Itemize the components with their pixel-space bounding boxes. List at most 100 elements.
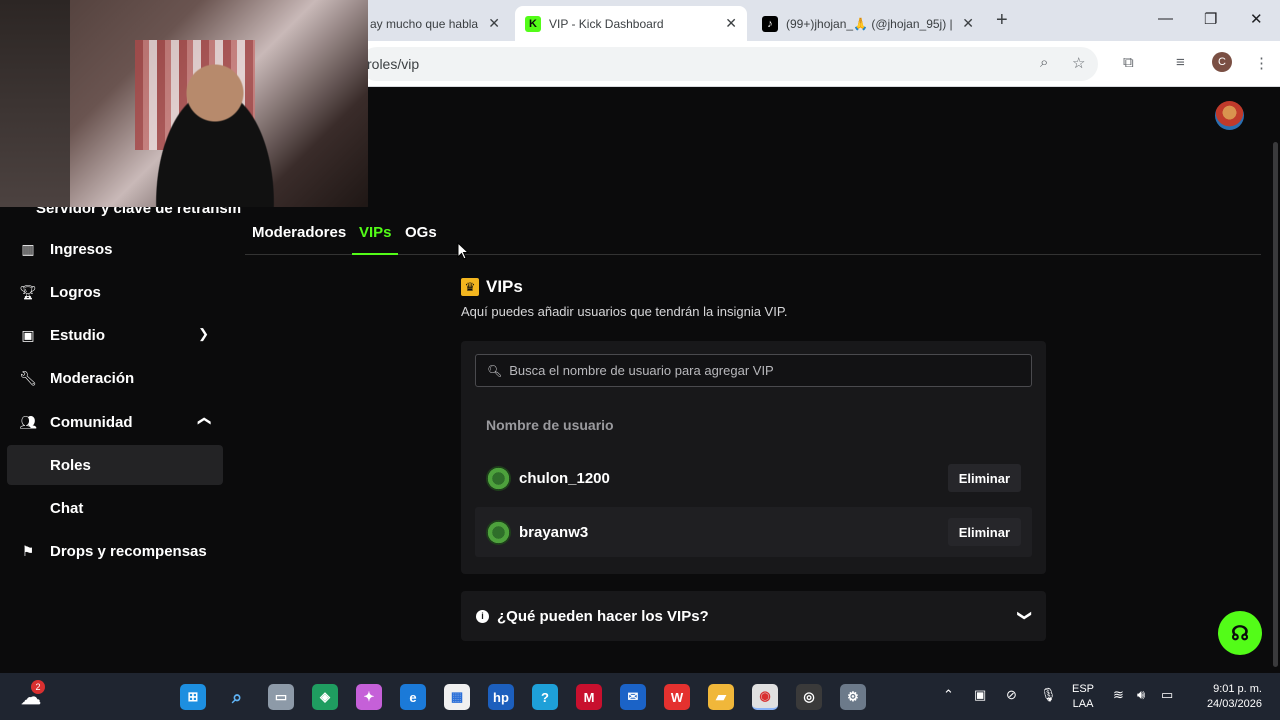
sidebar-subitem-chat[interactable]: Chat bbox=[7, 488, 223, 528]
info-icon: i bbox=[476, 609, 489, 623]
profile-avatar[interactable]: C bbox=[1212, 52, 1232, 72]
new-tab-icon[interactable]: + bbox=[996, 9, 1008, 32]
network-off-icon[interactable]: ⊘ bbox=[1006, 687, 1017, 703]
menu-kebab-icon[interactable]: ⋮ bbox=[1254, 54, 1269, 72]
sidebar-item-label: Estudio bbox=[50, 326, 105, 344]
wrench-icon: 🔧︎ bbox=[19, 369, 37, 386]
tab-title: ay mucho que habla bbox=[370, 16, 479, 31]
sidebar-item-moderacion[interactable]: 🔧︎ Moderación bbox=[7, 358, 223, 398]
section-subtitle: Aquí puedes añadir usuarios que tendrán … bbox=[461, 304, 788, 319]
sidebar-item-ingresos[interactable]: ▥ Ingresos bbox=[7, 229, 223, 269]
bookmark-star-icon[interactable]: ☆ bbox=[1072, 54, 1085, 72]
tiktok-favicon-icon: ♪ bbox=[762, 15, 778, 32]
username: brayanw3 bbox=[519, 523, 589, 541]
media-control-icon[interactable]: ≡ bbox=[1176, 54, 1185, 71]
sidebar-item-label: Chat bbox=[50, 499, 84, 517]
page-scrollbar[interactable] bbox=[1273, 142, 1278, 667]
tab-title: (99+)jhojan_🙏 (@jhojan_95j) | bbox=[786, 16, 953, 31]
browser-tab[interactable]: ay mucho que habla ✕ bbox=[360, 6, 510, 41]
tab-ogs[interactable]: OGs bbox=[405, 224, 437, 241]
address-bar[interactable]: roles/vip bbox=[360, 47, 1098, 81]
copilot-icon[interactable]: ✦ bbox=[356, 684, 382, 710]
chrome-icon[interactable]: ◉ bbox=[752, 684, 778, 710]
support-chat-button[interactable]: ☊ bbox=[1218, 611, 1262, 655]
language-indicator[interactable]: ESP LAA bbox=[1072, 682, 1094, 712]
time-text: 9:01 p. m. bbox=[1213, 683, 1262, 695]
search-input[interactable] bbox=[509, 363, 1031, 378]
tray-chevron-up-icon[interactable]: ⌃ bbox=[943, 687, 954, 703]
faq-accordion[interactable]: i ¿Qué pueden hacer los VIPs? ❯ bbox=[461, 591, 1046, 641]
restore-icon[interactable]: ❐ bbox=[1204, 10, 1217, 28]
column-header-username: Nombre de usuario bbox=[486, 417, 614, 433]
active-tab-underline bbox=[352, 253, 398, 255]
section-heading: ♛ VIPs bbox=[461, 277, 523, 297]
zoom-icon[interactable]: ⌕ bbox=[1040, 54, 1048, 71]
user-avatar[interactable] bbox=[1215, 101, 1244, 130]
android-studio-icon[interactable]: ◈ bbox=[312, 684, 338, 710]
date-text: 24/03/2026 bbox=[1206, 698, 1262, 710]
clock[interactable]: 9:01 p. m. 24/03/2026 bbox=[1196, 682, 1262, 712]
sidebar-subitem-roles[interactable]: Roles bbox=[7, 445, 223, 485]
wps-icon[interactable]: W bbox=[664, 684, 690, 710]
search-box: 🔍︎ bbox=[475, 354, 1032, 387]
task-view-icon[interactable]: ▭ bbox=[268, 684, 294, 710]
avatar bbox=[486, 519, 511, 545]
language-code: ESP bbox=[1072, 683, 1095, 695]
webcam-person bbox=[140, 60, 290, 207]
webcam-overlay bbox=[0, 0, 368, 207]
onedrive-icon[interactable]: ▣ bbox=[974, 687, 986, 703]
sidebar-item-logros[interactable]: 🏆︎ Logros bbox=[7, 272, 223, 312]
sidebar-item-estudio[interactable]: ▣ Estudio ❯ bbox=[7, 315, 223, 355]
close-window-icon[interactable]: ✕ bbox=[1250, 10, 1263, 28]
file-explorer-icon[interactable]: ▰ bbox=[708, 684, 734, 710]
keyboard-layout: LAA bbox=[1072, 698, 1094, 710]
drops-icon: ⚑ bbox=[21, 542, 35, 559]
microphone-icon[interactable]: 🎙︎ bbox=[1040, 687, 1057, 703]
close-tab-icon[interactable]: ✕ bbox=[962, 15, 974, 32]
chevron-down-icon: ❯ bbox=[198, 326, 209, 341]
table-row: brayanw3 Eliminar bbox=[475, 507, 1032, 557]
wifi-icon[interactable]: ≋ bbox=[1113, 687, 1124, 703]
hp-support-icon[interactable]: ? bbox=[532, 684, 558, 710]
battery-icon[interactable]: ▭ bbox=[1161, 687, 1173, 703]
studio-icon: ▣ bbox=[21, 326, 35, 343]
browser-tab-active[interactable]: K VIP - Kick Dashboard ✕ bbox=[515, 6, 747, 41]
hp-icon[interactable]: hp bbox=[488, 684, 514, 710]
table-row: chulon_1200 Eliminar bbox=[475, 453, 1032, 503]
volume-icon[interactable]: 🔊︎ bbox=[1137, 687, 1145, 703]
chevron-up-icon: ❯ bbox=[195, 415, 211, 427]
sidebar-item-label: Ingresos bbox=[50, 240, 113, 258]
windows-taskbar: ☁ 2 ⊞ ⌕ ▭ ◈ ✦ e ▦ hp ? M ✉ W ▰ ◉ ◎ ⚙ ⌃ ▣… bbox=[0, 673, 1280, 720]
settings-icon[interactable]: ⚙ bbox=[840, 684, 866, 710]
crown-icon: ♛ bbox=[461, 278, 479, 296]
mcafee-icon[interactable]: M bbox=[576, 684, 602, 710]
tab-moderadores[interactable]: Moderadores bbox=[252, 224, 346, 241]
section-title: VIPs bbox=[486, 277, 523, 296]
chevron-down-icon: ❯ bbox=[1017, 609, 1034, 622]
tab-vips[interactable]: VIPs bbox=[359, 224, 392, 241]
extensions-icon[interactable]: ⧉ bbox=[1123, 54, 1134, 71]
sidebar-item-label: Moderación bbox=[50, 369, 135, 387]
mail-icon[interactable]: ✉ bbox=[620, 684, 646, 710]
weather-badge: 2 bbox=[31, 680, 45, 694]
edge-icon[interactable]: e bbox=[400, 684, 426, 710]
sidebar-item-drops[interactable]: ⚑ Drops y recompensas bbox=[7, 531, 223, 571]
remove-vip-button[interactable]: Eliminar bbox=[947, 518, 1021, 546]
users-icon: 👥︎ bbox=[19, 413, 37, 430]
sidebar-item-comunidad[interactable]: 👥︎ Comunidad ❯ bbox=[7, 402, 223, 442]
vip-list-card: 🔍︎ Nombre de usuario chulon_1200 Elimina… bbox=[461, 341, 1046, 574]
bar-chart-icon: ▥ bbox=[21, 240, 35, 257]
close-tab-icon[interactable]: ✕ bbox=[488, 15, 500, 32]
start-icon[interactable]: ⊞ bbox=[180, 684, 206, 710]
search-icon[interactable]: ⌕ bbox=[224, 684, 250, 710]
obs-icon[interactable]: ◎ bbox=[796, 684, 822, 710]
headset-icon: ☊ bbox=[1231, 622, 1249, 645]
remove-vip-button[interactable]: Eliminar bbox=[947, 464, 1021, 492]
minimize-icon[interactable]: — bbox=[1158, 10, 1173, 27]
sidebar-item-label: Drops y recompensas bbox=[50, 542, 207, 560]
sidebar-item-label: Roles bbox=[50, 456, 91, 474]
browser-tab[interactable]: ♪ (99+)jhojan_🙏 (@jhojan_95j) | ✕ bbox=[752, 6, 984, 41]
store-icon[interactable]: ▦ bbox=[444, 684, 470, 710]
close-tab-icon[interactable]: ✕ bbox=[725, 15, 737, 32]
faq-question: ¿Qué pueden hacer los VIPs? bbox=[497, 607, 709, 625]
